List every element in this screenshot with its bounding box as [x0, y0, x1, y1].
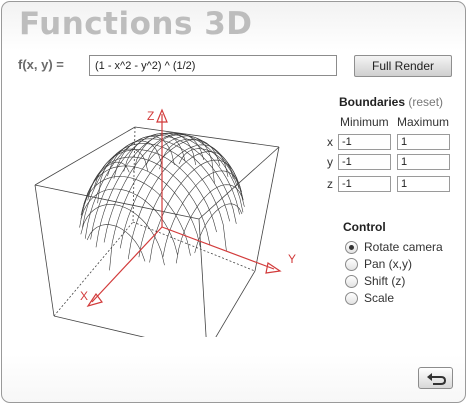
y-max-input[interactable]	[397, 154, 450, 170]
mesh-line	[119, 139, 221, 249]
mesh-line	[103, 133, 205, 243]
radio-label: Scale	[364, 291, 395, 305]
boundaries-title: Boundaries (reset)	[339, 95, 443, 109]
function-label: f(x, y) =	[18, 57, 64, 72]
x-axis-label: X	[80, 289, 88, 303]
mesh-line	[80, 204, 165, 266]
mesh-line	[194, 203, 243, 254]
control-title: Control	[343, 220, 386, 234]
radio-selected-icon[interactable]	[345, 241, 358, 254]
app-title: Functions 3D	[19, 6, 253, 42]
mesh-line	[86, 224, 146, 262]
plot-viewport[interactable]: Z Y X	[2, 92, 332, 337]
bound-x-label: x	[327, 135, 333, 149]
z-axis-label: Z	[147, 109, 154, 123]
x-min-input[interactable]	[338, 134, 391, 150]
bound-y-label: y	[327, 155, 333, 169]
radio-label: Rotate camera	[364, 240, 443, 254]
mesh-line	[82, 140, 162, 228]
maximum-header: Maximum	[397, 115, 450, 129]
mesh-line	[127, 144, 229, 260]
radio-label: Shift (z)	[364, 274, 406, 288]
mesh-line	[81, 161, 130, 212]
radio-unselected-icon[interactable]	[345, 275, 358, 288]
radio-unselected-icon[interactable]	[345, 292, 358, 305]
return-arrow-icon	[427, 373, 447, 385]
full-render-button[interactable]: Full Render	[354, 55, 452, 77]
z-max-input[interactable]	[397, 176, 450, 192]
mesh-line	[95, 132, 197, 248]
reset-link[interactable]: (reset)	[408, 95, 443, 109]
radio-label: Pan (x,y)	[364, 257, 413, 271]
mesh-line	[80, 176, 191, 256]
functions-3d-panel: Functions 3D f(x, y) = Full Render	[1, 1, 466, 403]
axis-lines	[86, 108, 282, 308]
function-input[interactable]	[89, 55, 337, 76]
y-min-input[interactable]	[338, 154, 391, 170]
radio-unselected-icon[interactable]	[345, 258, 358, 271]
bound-z-label: z	[327, 177, 333, 191]
minimum-header: Minimum	[340, 115, 389, 129]
mesh-line	[175, 184, 245, 264]
return-button[interactable]	[418, 367, 453, 389]
boundaries-label: Boundaries	[339, 95, 406, 109]
x-max-input[interactable]	[397, 134, 450, 150]
z-min-input[interactable]	[338, 176, 391, 192]
y-axis-label: Y	[288, 252, 296, 266]
